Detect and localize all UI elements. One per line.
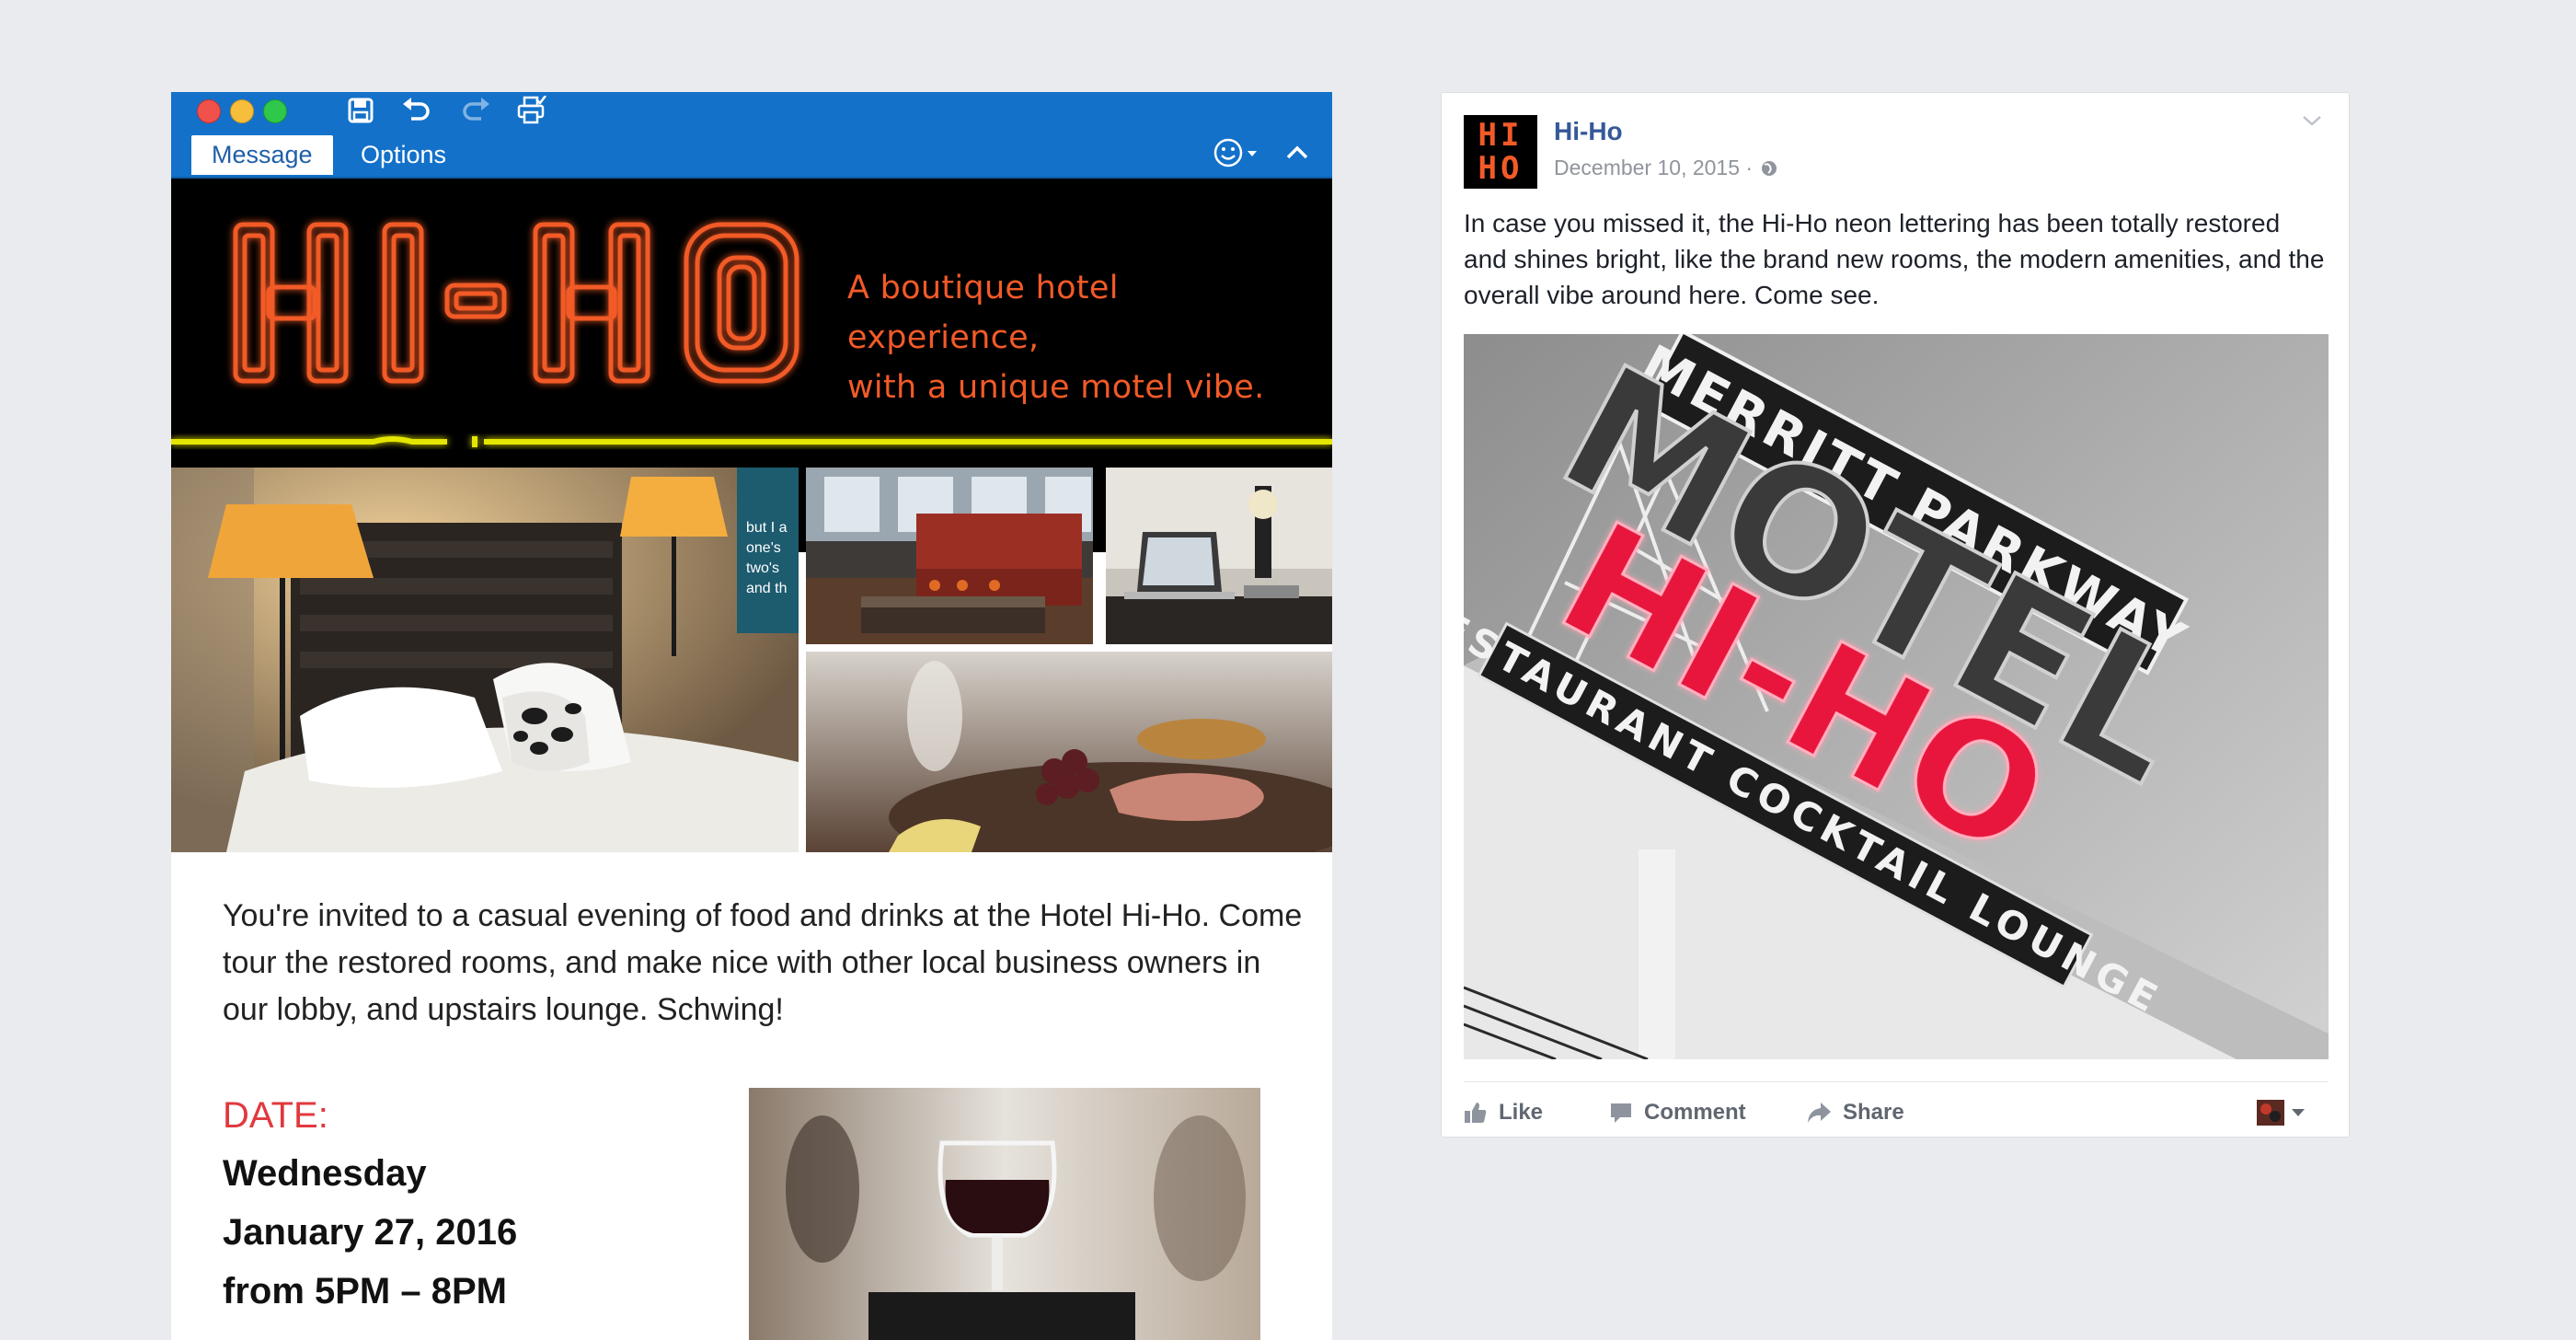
react-as-selector[interactable]	[2257, 1096, 2310, 1129]
collapse-ribbon-icon[interactable]	[1284, 134, 1310, 171]
laptop-desk-photo	[1106, 468, 1332, 644]
event-time: from 5PM – 8PM	[223, 1271, 507, 1311]
post-date-text: December 10, 2015 ·	[1554, 156, 1754, 179]
undo-icon[interactable]	[397, 94, 434, 127]
post-options-chevron-icon[interactable]	[2301, 113, 2323, 133]
thumbs-up-icon	[1465, 1103, 1487, 1123]
tagline-line-1: A boutique hotel experience,	[847, 270, 1119, 356]
poster-text-3: two's	[746, 560, 779, 576]
comment-icon	[1611, 1103, 1631, 1123]
event-day: Wednesday	[223, 1153, 427, 1194]
save-icon[interactable]	[342, 94, 379, 127]
wine-glass-photo	[749, 1088, 1260, 1340]
redo-icon[interactable]	[458, 94, 495, 127]
email-toolbar: Message Options	[171, 92, 1332, 179]
zoom-window-button[interactable]	[263, 99, 287, 123]
post-date[interactable]: December 10, 2015 ·	[1554, 156, 1778, 180]
invitation-text: You're invited to a casual evening of fo…	[223, 898, 1303, 1027]
avatar-text-line-2: HO	[1478, 150, 1524, 187]
hotel-room-photo: but I a one's two's and th	[171, 468, 799, 852]
neon-sign-photo[interactable]: MERRITT PARKWAY MOTEL HI-HO RESTAURANT C…	[1464, 334, 2329, 1059]
food-platter-photo	[806, 652, 1332, 852]
page-name-link[interactable]: Hi-Ho	[1554, 117, 1623, 146]
print-icon[interactable]	[513, 94, 550, 127]
like-label: Like	[1499, 1100, 1544, 1125]
poster-text-4: and th	[746, 581, 787, 596]
facebook-post-card: HI HO Hi-Ho December 10, 2015 · In case …	[1441, 92, 2350, 1138]
banner-tagline: A boutique hotel experience, with a uniq…	[847, 263, 1307, 412]
comment-label: Comment	[1644, 1100, 1746, 1125]
page-avatar[interactable]: HI HO	[1464, 115, 1537, 189]
profile-thumbnail-icon	[2257, 1100, 2305, 1126]
poster-text-1: but I a	[746, 520, 788, 536]
share-button[interactable]: Share	[1806, 1096, 1904, 1129]
globe-icon	[1762, 160, 1777, 176]
like-button[interactable]: Like	[1464, 1096, 1543, 1129]
tab-message[interactable]: Message	[191, 135, 333, 175]
event-date: January 27, 2016	[223, 1212, 518, 1253]
comment-button[interactable]: Comment	[1609, 1096, 1746, 1129]
action-divider	[1464, 1081, 2329, 1082]
post-text: In case you missed it, the Hi-Ho neon le…	[1464, 209, 2325, 309]
date-label: DATE:	[223, 1095, 328, 1136]
share-label: Share	[1843, 1100, 1904, 1125]
feedback-smiley-icon[interactable]	[1213, 134, 1260, 171]
lounge-photo	[806, 468, 1093, 644]
avatar-text-line-1: HI	[1478, 117, 1524, 154]
tab-options[interactable]: Options	[340, 135, 466, 175]
email-window: Message Options A boutique hotel experie…	[171, 92, 1332, 1340]
minimize-window-button[interactable]	[230, 99, 254, 123]
share-icon	[1808, 1103, 1831, 1123]
poster-text-2: one's	[746, 540, 781, 556]
tagline-line-2: with a unique motel vibe.	[847, 369, 1265, 406]
close-window-button[interactable]	[197, 99, 221, 123]
